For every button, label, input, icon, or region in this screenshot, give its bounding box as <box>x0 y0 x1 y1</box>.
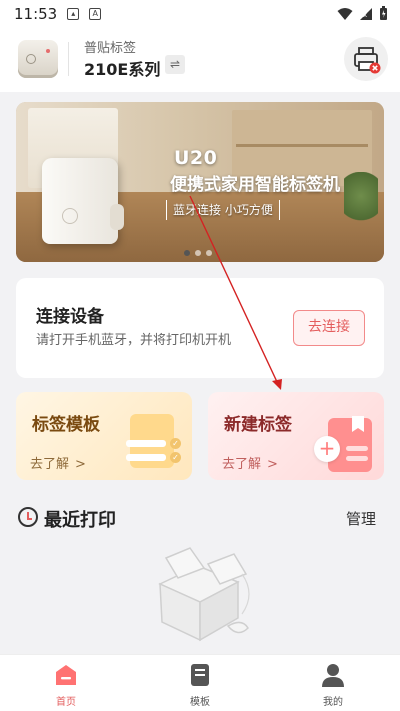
connect-button[interactable]: 去连接 <box>293 310 365 346</box>
new-label-title: 新建标签 <box>224 415 292 435</box>
chevron-right-icon: > <box>75 457 86 472</box>
swap-icon: ⇌ <box>169 57 181 71</box>
nav-profile[interactable]: 我的 <box>298 663 368 708</box>
svg-text:x: x <box>363 11 367 19</box>
app-notification-icon: A <box>89 8 102 20</box>
status-bar: 11:53 ▴ A x <box>0 0 400 28</box>
new-label-link-text: 去了解 <box>222 457 262 472</box>
label-template-title: 标签模板 <box>32 415 100 435</box>
battery-icon <box>380 6 387 20</box>
gallery-notification-icon: ▴ <box>67 8 80 20</box>
wifi-icon <box>337 7 353 20</box>
header-divider <box>68 42 69 76</box>
printer-thumbnail[interactable] <box>18 40 58 78</box>
banner-dot[interactable] <box>206 250 212 256</box>
manage-button[interactable]: 管理 <box>346 508 376 529</box>
nav-home[interactable]: 首页 <box>31 663 101 708</box>
banner-dot[interactable] <box>184 250 190 256</box>
printer-brand-label: 普贴标签 <box>84 41 137 56</box>
home-icon <box>56 665 76 685</box>
printer-error-icon <box>354 47 381 74</box>
bottom-nav: 首页 模板 我的 <box>0 654 400 711</box>
nav-templates[interactable]: 模板 <box>165 663 235 708</box>
template-icon <box>191 664 209 686</box>
label-template-link-text: 去了解 <box>30 457 70 472</box>
chevron-right-icon: > <box>267 457 278 472</box>
plus-icon: + <box>314 436 340 462</box>
profile-icon <box>322 664 344 687</box>
connect-device-card: 连接设备 请打开手机蓝牙，并将打印机开机 去连接 <box>16 278 384 378</box>
nav-profile-label: 我的 <box>323 697 343 708</box>
recent-prints-title: 最近打印 <box>44 510 116 531</box>
clock-icon <box>18 507 38 527</box>
switch-printer-button[interactable]: ⇌ <box>165 55 185 74</box>
signal-icon: x <box>360 7 372 20</box>
new-label-illustration-icon: + <box>314 412 376 474</box>
banner-plant-decor <box>344 172 378 232</box>
header: 普贴标签 210E系列 ⇌ <box>0 28 400 92</box>
nav-templates-label: 模板 <box>190 697 210 708</box>
connect-title: 连接设备 <box>36 307 104 327</box>
template-illustration-icon: ✓ ✓ <box>126 414 182 474</box>
label-template-link[interactable]: 去了解 > <box>30 453 86 472</box>
printer-model-label[interactable]: 210E系列 <box>84 56 160 80</box>
banner-subtitle: 便携式家用智能标签机 <box>170 175 340 195</box>
new-label-link[interactable]: 去了解 > <box>222 453 278 472</box>
banner-printer-image <box>42 158 124 244</box>
connect-description: 请打开手机蓝牙，并将打印机开机 <box>36 333 232 348</box>
new-label-card[interactable]: 新建标签 去了解 > + <box>208 392 384 480</box>
banner-tagline: 蓝牙连接 小巧方便 <box>166 200 280 220</box>
nav-home-label: 首页 <box>56 697 76 708</box>
status-time: 11:53 <box>14 5 58 23</box>
banner-title: U20 <box>174 147 218 169</box>
banner-pagination <box>184 250 212 256</box>
label-template-card[interactable]: 标签模板 去了解 > ✓ ✓ <box>16 392 192 480</box>
printer-status-button[interactable] <box>344 37 388 81</box>
banner-dot[interactable] <box>195 250 201 256</box>
empty-box-icon <box>158 547 250 642</box>
